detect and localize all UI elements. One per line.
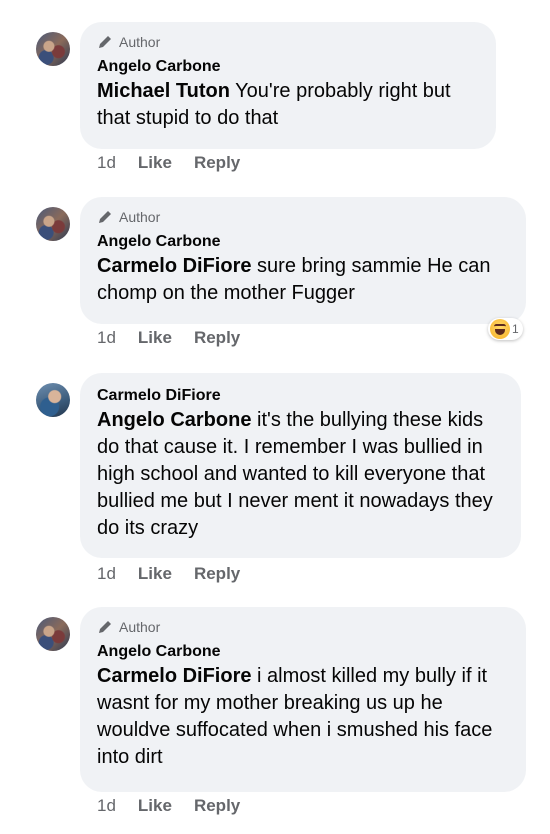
author-badge-label: Author: [119, 209, 161, 225]
avatar[interactable]: [36, 207, 70, 241]
commenter-name[interactable]: Carmelo DiFiore: [97, 385, 505, 407]
haha-reaction-icon: [490, 319, 510, 339]
comment-actions: 1d Like Reply: [97, 328, 240, 348]
comment-bubble: Author Angelo Carbone Carmelo DiFiore su…: [80, 197, 526, 324]
comment-text: Angelo Carbone it's the bullying these k…: [97, 407, 505, 542]
author-badge: Author: [97, 617, 510, 637]
commenter-name[interactable]: Angelo Carbone: [97, 641, 510, 663]
like-button[interactable]: Like: [138, 564, 172, 584]
reply-button[interactable]: Reply: [194, 564, 240, 584]
author-badge: Author: [97, 207, 510, 227]
avatar[interactable]: [36, 32, 70, 66]
timestamp[interactable]: 1d: [97, 796, 116, 816]
mention-tag[interactable]: Angelo Carbone: [97, 409, 251, 431]
comment-bubble: Author Angelo Carbone Michael Tuton You'…: [80, 22, 496, 149]
comment-text: Carmelo DiFiore i almost killed my bully…: [97, 663, 510, 771]
reply-button[interactable]: Reply: [194, 153, 240, 173]
author-badge-label: Author: [119, 34, 161, 50]
reaction-summary[interactable]: 1: [488, 318, 523, 340]
mention-tag[interactable]: Michael Tuton: [97, 80, 230, 102]
timestamp[interactable]: 1d: [97, 328, 116, 348]
mention-tag[interactable]: Carmelo DiFiore: [97, 255, 251, 277]
reaction-count: 1: [512, 322, 519, 336]
timestamp[interactable]: 1d: [97, 153, 116, 173]
pencil-icon: [99, 211, 111, 223]
pencil-icon: [99, 621, 111, 633]
like-button[interactable]: Like: [138, 328, 172, 348]
pencil-icon: [99, 36, 111, 48]
like-button[interactable]: Like: [138, 796, 172, 816]
comment-bubble: Carmelo DiFiore Angelo Carbone it's the …: [80, 373, 521, 558]
comment-actions: 1d Like Reply: [97, 153, 240, 173]
like-button[interactable]: Like: [138, 153, 172, 173]
mention-tag[interactable]: Carmelo DiFiore: [97, 665, 251, 687]
comment-actions: 1d Like Reply: [97, 796, 240, 816]
reply-button[interactable]: Reply: [194, 328, 240, 348]
author-badge: Author: [97, 32, 480, 52]
comment-actions: 1d Like Reply: [97, 564, 240, 584]
comment-text: Michael Tuton You're probably right but …: [97, 78, 480, 132]
author-badge-label: Author: [119, 619, 161, 635]
timestamp[interactable]: 1d: [97, 564, 116, 584]
commenter-name[interactable]: Angelo Carbone: [97, 231, 510, 253]
comment-bubble: Author Angelo Carbone Carmelo DiFiore i …: [80, 607, 526, 792]
avatar[interactable]: [36, 617, 70, 651]
comment-text: Carmelo DiFiore sure bring sammie He can…: [97, 253, 510, 307]
commenter-name[interactable]: Angelo Carbone: [97, 56, 480, 78]
avatar[interactable]: [36, 383, 70, 417]
reply-button[interactable]: Reply: [194, 796, 240, 816]
